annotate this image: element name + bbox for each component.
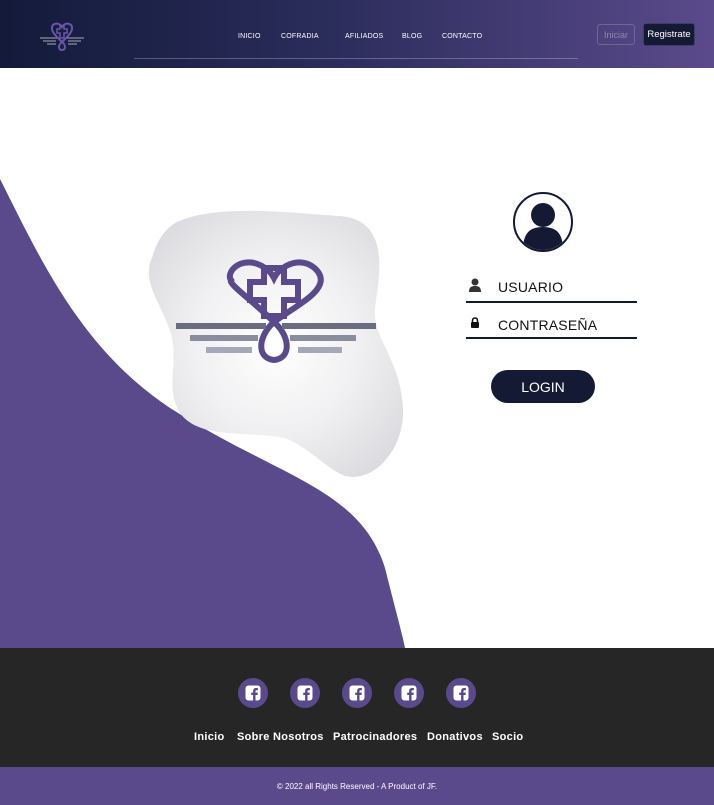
- facebook-icon: [401, 685, 417, 701]
- avatar: [513, 192, 573, 252]
- facebook-link-3[interactable]: [342, 678, 372, 708]
- footer-link-inicio[interactable]: Inicio: [194, 731, 225, 743]
- hero-section: [0, 68, 714, 648]
- login-nav-button[interactable]: Iniciar: [597, 24, 635, 45]
- user-icon: [469, 278, 481, 292]
- facebook-icon: [349, 685, 365, 701]
- facebook-link-5[interactable]: [446, 678, 476, 708]
- hero-background: [0, 179, 405, 648]
- nav-divider: [134, 58, 578, 59]
- password-label: CONTRASEÑA: [498, 317, 598, 333]
- nav-link-cofradia[interactable]: COFRADIA: [281, 33, 319, 40]
- copyright-bar: © 2022 all Rights Reserved - A Product o…: [0, 767, 714, 805]
- copyright-text: © 2022 all Rights Reserved - A Product o…: [276, 781, 438, 791]
- footer: Inicio Sobre Nosotros Patrocinadores Don…: [0, 648, 714, 767]
- facebook-link-2[interactable]: [290, 678, 320, 708]
- facebook-icon: [297, 685, 313, 701]
- nav-link-inicio[interactable]: INICIO: [238, 33, 261, 40]
- login-submit-button[interactable]: LOGIN: [491, 370, 595, 403]
- footer-link-donativos[interactable]: Donativos: [427, 731, 483, 743]
- nav-link-contacto[interactable]: CONTACTO: [442, 33, 482, 40]
- footer-link-sobre-nosotros[interactable]: Sobre Nosotros: [237, 731, 324, 743]
- lock-icon: [471, 317, 479, 328]
- user-avatar-icon: [523, 203, 563, 250]
- facebook-link-4[interactable]: [394, 678, 424, 708]
- footer-link-patrocinadores[interactable]: Patrocinadores: [333, 731, 417, 743]
- username-field[interactable]: USUARIO: [466, 276, 637, 303]
- logo-icon[interactable]: [38, 20, 86, 53]
- footer-link-socio[interactable]: Socio: [492, 731, 523, 743]
- facebook-icon: [245, 685, 261, 701]
- facebook-icon: [453, 685, 469, 701]
- nav-link-afiliados[interactable]: AFILIADOS: [345, 33, 383, 40]
- facebook-link-1[interactable]: [238, 678, 268, 708]
- nav-link-blog[interactable]: BLOG: [402, 33, 422, 40]
- top-navbar: INICIO COFRADIA AFILIADOS BLOG CONTACTO …: [0, 0, 714, 68]
- register-button[interactable]: Registrate: [643, 23, 695, 46]
- username-label: USUARIO: [498, 279, 564, 295]
- password-field[interactable]: CONTRASEÑA: [466, 314, 637, 339]
